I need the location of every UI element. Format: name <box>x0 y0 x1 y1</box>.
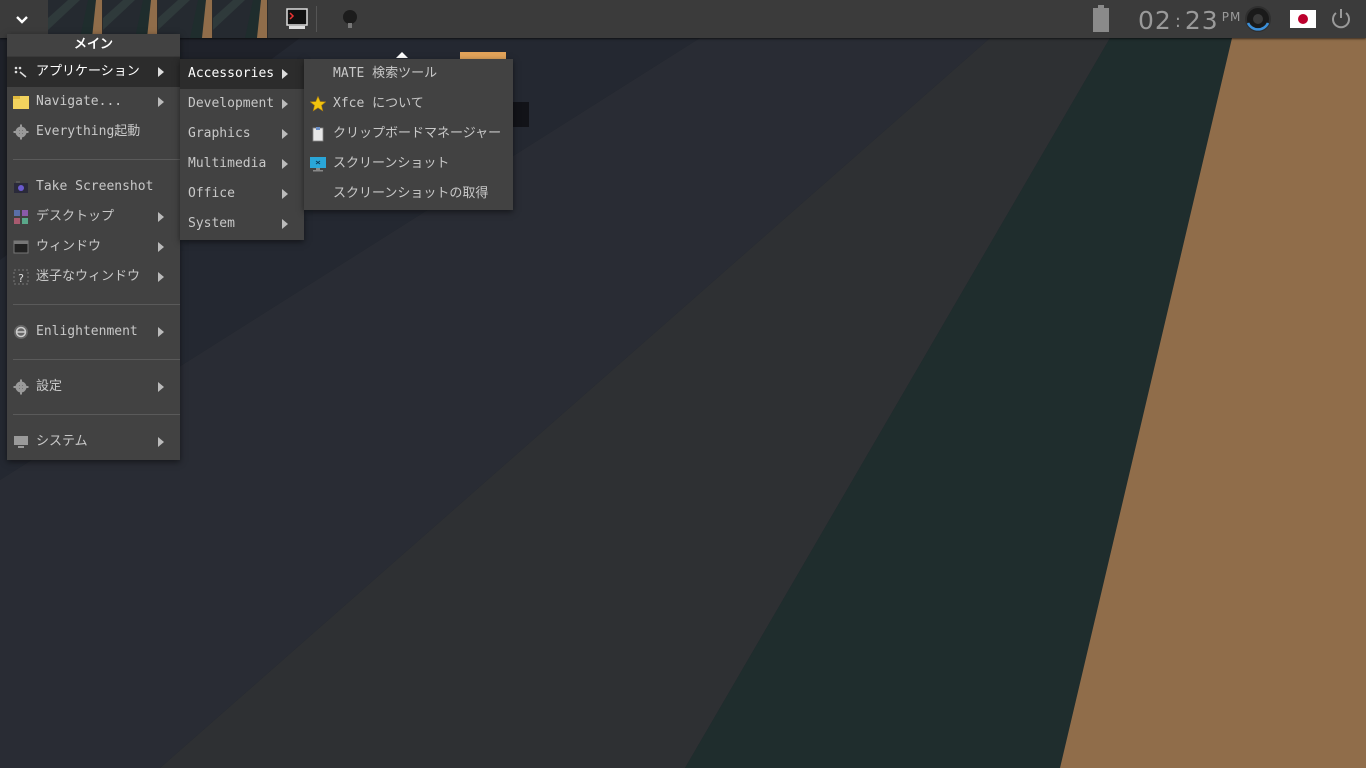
submenu-arrow-icon <box>280 157 290 171</box>
applications-icon <box>13 64 29 80</box>
menu-item-label: システム <box>36 434 88 449</box>
app-item-label: MATE 検索ツール <box>333 66 438 81</box>
clock-minute: 23 <box>1184 6 1219 35</box>
menu-item-enlightenment[interactable]: Enlightenment <box>7 317 180 347</box>
pager-desk-4[interactable] <box>213 0 268 38</box>
menu-item-settings[interactable]: 設定 <box>7 372 180 402</box>
desktop-icon <box>13 209 29 225</box>
taskbar-separator <box>316 6 317 32</box>
main-menu-title: メイン <box>7 34 180 57</box>
workspace-pager[interactable] <box>48 0 268 38</box>
audio-icon[interactable] <box>1243 4 1273 34</box>
monitor-icon <box>13 434 29 450</box>
menu-item-navigate[interactable]: Navigate... <box>7 87 180 117</box>
submenu-item-label: Development <box>188 96 275 111</box>
submenu-arrow-icon <box>280 187 290 201</box>
applications-submenu: Accessories Development Graphics Multime… <box>180 59 304 240</box>
pager-desk-1[interactable] <box>48 0 103 38</box>
submenu-arrow-icon <box>156 435 166 449</box>
camera-icon <box>13 179 29 195</box>
submenu-item-label: Graphics <box>188 126 251 141</box>
gear-icon <box>13 124 29 140</box>
menu-item-label: Take Screenshot <box>36 179 154 194</box>
pager-desk-2[interactable] <box>103 0 158 38</box>
app-item-about-xfce[interactable]: Xfce について <box>304 89 513 119</box>
clipboard-icon <box>310 126 326 142</box>
menu-item-system[interactable]: システム <box>7 427 180 457</box>
submenu-arrow-icon <box>156 65 166 79</box>
app-item-label: スクリーンショットの取得 <box>333 186 489 201</box>
main-menu-button[interactable] <box>0 0 44 38</box>
svg-text:?: ? <box>18 272 24 285</box>
clock-separator: : <box>1174 11 1182 32</box>
menu-item-desktop[interactable]: デスクトップ <box>7 202 180 232</box>
pager-desk-3[interactable] <box>158 0 213 38</box>
menu-item-window[interactable]: ウィンドウ <box>7 232 180 262</box>
battery-icon[interactable] <box>1090 4 1112 34</box>
submenu-arrow-icon <box>280 97 290 111</box>
menu-item-label: 迷子なウィンドウ <box>36 269 141 284</box>
lost-window-icon: ? <box>13 269 29 285</box>
app-item-clipboard-manager[interactable]: クリップボードマネージャー <box>304 119 513 149</box>
menu-item-everything[interactable]: Everything起動 <box>7 117 180 147</box>
submenu-arrow-icon <box>156 380 166 394</box>
submenu-item-multimedia[interactable]: Multimedia <box>180 149 304 179</box>
menu-item-label: Enlightenment <box>36 324 138 339</box>
submenu-arrow-icon <box>280 217 290 231</box>
menu-item-label: Navigate... <box>36 94 123 109</box>
submenu-item-label: Multimedia <box>188 156 267 171</box>
folder-icon <box>13 94 29 110</box>
lightbulb-icon[interactable] <box>336 5 364 33</box>
submenu-item-label: System <box>188 216 235 231</box>
submenu-arrow-icon <box>156 325 166 339</box>
clock-ampm: PM <box>1221 10 1242 24</box>
app-item-screenshot[interactable]: スクリーンショット <box>304 149 513 179</box>
menu-item-label: アプリケーション <box>36 64 140 79</box>
window-icon <box>13 239 29 255</box>
clock-hour: 02 <box>1138 6 1172 35</box>
app-item-label: Xfce について <box>333 96 424 111</box>
menu-item-label: ウィンドウ <box>36 239 102 254</box>
app-item-label: クリップボードマネージャー <box>333 126 502 141</box>
app-item-label: スクリーンショット <box>333 156 450 171</box>
submenu-item-accessories[interactable]: Accessories <box>180 59 304 89</box>
submenu-item-label: Accessories <box>188 66 275 81</box>
submenu-arrow-icon <box>280 127 290 141</box>
menu-separator <box>7 292 180 317</box>
menu-item-label: 設定 <box>36 379 63 394</box>
enlightenment-icon <box>13 324 29 340</box>
submenu-item-system[interactable]: System <box>180 209 304 239</box>
terminal-icon[interactable] <box>283 5 311 33</box>
submenu-item-label: Office <box>188 186 235 201</box>
submenu-arrow-icon <box>280 67 290 81</box>
menu-item-lost-windows[interactable]: ? 迷子なウィンドウ <box>7 262 180 292</box>
menu-item-applications[interactable]: アプリケーション <box>7 57 180 87</box>
submenu-arrow-icon <box>156 95 166 109</box>
settings-gear-icon <box>13 379 29 395</box>
menu-item-take-screenshot[interactable]: Take Screenshot <box>7 172 180 202</box>
submenu-item-office[interactable]: Office <box>180 179 304 209</box>
menu-item-label: Everything起動 <box>36 124 141 139</box>
top-panel: 02 : 23 PM <box>0 0 1366 38</box>
star-icon <box>310 96 326 112</box>
submenu-item-development[interactable]: Development <box>180 89 304 119</box>
app-item-take-screenshot[interactable]: スクリーンショットの取得 <box>304 179 513 209</box>
chevron-down-icon <box>16 10 28 29</box>
submenu-arrow-icon <box>156 240 166 254</box>
screenshot-icon <box>310 156 326 172</box>
submenu-item-graphics[interactable]: Graphics <box>180 119 304 149</box>
power-icon[interactable] <box>1328 4 1354 34</box>
clock[interactable]: 02 : 23 PM <box>1138 3 1241 35</box>
submenu-arrow-icon <box>156 210 166 224</box>
main-menu: メイン アプリケーション Navigate... Everything起動 Ta… <box>7 34 180 460</box>
submenu-arrow-icon <box>156 270 166 284</box>
menu-item-label: デスクトップ <box>36 209 115 224</box>
menu-separator <box>7 147 180 172</box>
menu-separator <box>7 402 180 427</box>
menu-separator <box>7 347 180 372</box>
japan-flag-icon[interactable] <box>1290 4 1316 34</box>
app-item-mate-search-tool[interactable]: MATE 検索ツール <box>304 59 513 89</box>
accessories-submenu: MATE 検索ツール Xfce について クリップボードマネージャー スクリーン… <box>304 59 513 210</box>
